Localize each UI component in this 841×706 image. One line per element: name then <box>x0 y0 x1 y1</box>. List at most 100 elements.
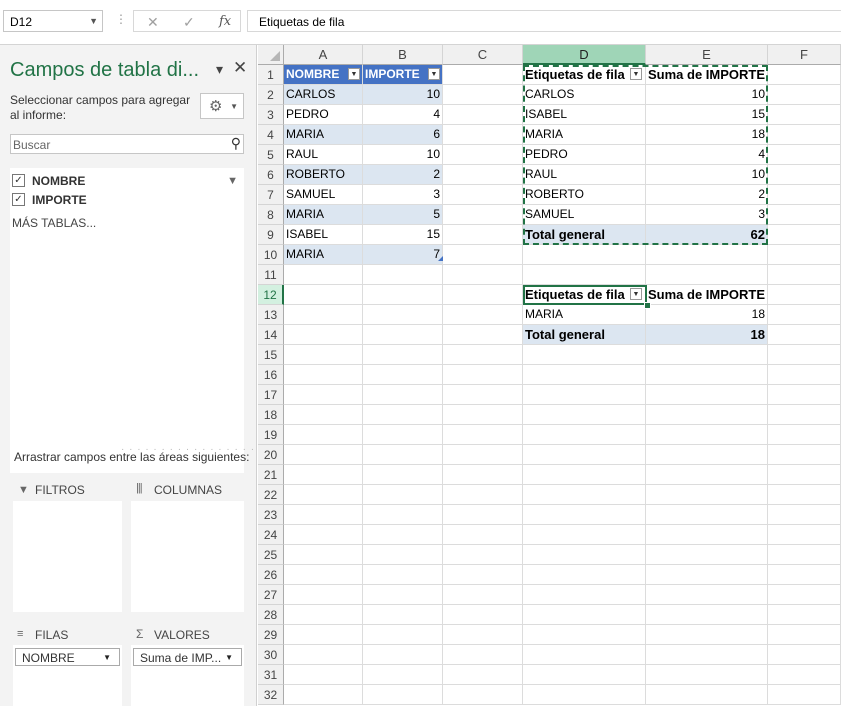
cell[interactable] <box>768 565 841 585</box>
column-header-c[interactable]: C <box>443 45 523 65</box>
cell[interactable] <box>768 165 841 185</box>
row-header-10[interactable]: 10 <box>258 245 284 265</box>
row-header-32[interactable]: 32 <box>258 685 284 705</box>
cell[interactable] <box>443 545 523 565</box>
cell[interactable] <box>646 565 768 585</box>
cell[interactable] <box>284 285 363 305</box>
more-tables-link[interactable]: MÁS TABLAS... <box>12 216 96 230</box>
row-header-8[interactable]: 8 <box>258 205 284 225</box>
cell[interactable] <box>443 125 523 145</box>
cancel-icon[interactable]: ✕ <box>147 14 159 31</box>
enter-icon[interactable]: ✓ <box>183 14 195 31</box>
cell[interactable] <box>443 445 523 465</box>
cell[interactable] <box>284 485 363 505</box>
cell[interactable] <box>284 545 363 565</box>
cell[interactable] <box>646 665 768 685</box>
cell[interactable] <box>646 505 768 525</box>
row-header-17[interactable]: 17 <box>258 385 284 405</box>
filter-dropdown-icon[interactable]: ▼ <box>348 68 360 80</box>
cell[interactable] <box>443 345 523 365</box>
cell[interactable] <box>768 225 841 245</box>
row-header-22[interactable]: 22 <box>258 485 284 505</box>
table-cell-importe[interactable]: 2 <box>363 165 443 185</box>
cell[interactable] <box>768 105 841 125</box>
cell[interactable] <box>443 145 523 165</box>
table-cell-importe[interactable]: 6 <box>363 125 443 145</box>
cell[interactable] <box>284 685 363 705</box>
cell[interactable] <box>284 365 363 385</box>
cell[interactable] <box>523 365 646 385</box>
cell[interactable] <box>443 665 523 685</box>
cell[interactable] <box>363 365 443 385</box>
table-cell-nombre[interactable]: SAMUEL <box>284 185 363 205</box>
field-item-nombre[interactable]: ✓ NOMBRE ▼ <box>12 172 242 190</box>
cell[interactable] <box>646 545 768 565</box>
table-resize-handle[interactable] <box>438 256 443 261</box>
insert-function-icon[interactable]: fx <box>219 14 231 29</box>
cell[interactable] <box>443 105 523 125</box>
cell[interactable] <box>646 345 768 365</box>
table-header-importe[interactable]: IMPORTE ▼ <box>363 65 443 85</box>
chevron-down-icon[interactable]: ▼ <box>89 16 98 26</box>
row-header-24[interactable]: 24 <box>258 525 284 545</box>
cell[interactable] <box>646 585 768 605</box>
cell[interactable] <box>443 225 523 245</box>
search-input[interactable]: Buscar ⚲ <box>10 134 244 154</box>
table-cell-importe[interactable]: 4 <box>363 105 443 125</box>
fill-handle[interactable] <box>644 302 651 309</box>
row-header-5[interactable]: 5 <box>258 145 284 165</box>
cell[interactable] <box>443 85 523 105</box>
cell[interactable] <box>284 385 363 405</box>
cell[interactable] <box>363 585 443 605</box>
cell[interactable] <box>284 525 363 545</box>
pane-options-icon[interactable]: ▾ <box>216 61 223 78</box>
cell[interactable] <box>523 625 646 645</box>
worksheet-grid[interactable]: ABCDEF 1 2 3 4 5 6 7 8 9 10 11 12 13 14 15 16 17 18 19 20 21… <box>258 45 841 706</box>
pivot-row-label[interactable]: MARIA <box>523 305 646 325</box>
cell[interactable] <box>768 465 841 485</box>
cell[interactable] <box>363 605 443 625</box>
checkbox-nombre[interactable]: ✓ <box>12 174 25 187</box>
cell[interactable] <box>443 305 523 325</box>
row-header-25[interactable]: 25 <box>258 545 284 565</box>
row-header-26[interactable]: 26 <box>258 565 284 585</box>
row-header-3[interactable]: 3 <box>258 105 284 125</box>
cell[interactable] <box>363 505 443 525</box>
formula-input[interactable]: Etiquetas de fila <box>247 10 841 32</box>
cell[interactable] <box>523 505 646 525</box>
cell[interactable] <box>646 605 768 625</box>
row-header-13[interactable]: 13 <box>258 305 284 325</box>
row-header-9[interactable]: 9 <box>258 225 284 245</box>
cell[interactable] <box>363 425 443 445</box>
cell[interactable] <box>284 585 363 605</box>
pivot-row-value[interactable]: 18 <box>646 305 768 325</box>
cell[interactable] <box>443 585 523 605</box>
cell[interactable] <box>646 465 768 485</box>
column-header-d[interactable]: D <box>523 45 646 65</box>
checkbox-importe[interactable]: ✓ <box>12 193 25 206</box>
cell[interactable] <box>523 605 646 625</box>
row-header-6[interactable]: 6 <box>258 165 284 185</box>
cell[interactable] <box>284 505 363 525</box>
filter-icon[interactable]: ▼ <box>227 175 238 187</box>
cell[interactable] <box>443 65 523 85</box>
cell[interactable] <box>443 505 523 525</box>
close-icon[interactable]: ✕ <box>233 58 247 78</box>
cell[interactable] <box>646 425 768 445</box>
table-cell-nombre[interactable]: ISABEL <box>284 225 363 245</box>
cell[interactable] <box>768 685 841 705</box>
cell[interactable] <box>768 445 841 465</box>
row-header-11[interactable]: 11 <box>258 265 284 285</box>
cell[interactable] <box>443 565 523 585</box>
cell[interactable] <box>768 365 841 385</box>
cell[interactable] <box>363 465 443 485</box>
table-cell-importe[interactable]: 10 <box>363 145 443 165</box>
cell[interactable] <box>443 245 523 265</box>
cell[interactable] <box>768 285 841 305</box>
filters-drop-area[interactable] <box>13 501 122 612</box>
cell[interactable] <box>768 145 841 165</box>
table-cell-importe[interactable]: 3 <box>363 185 443 205</box>
name-box[interactable]: D12 ▼ <box>3 10 103 32</box>
pivot-values-header[interactable]: Suma de IMPORTE <box>646 285 768 305</box>
cell[interactable] <box>363 385 443 405</box>
